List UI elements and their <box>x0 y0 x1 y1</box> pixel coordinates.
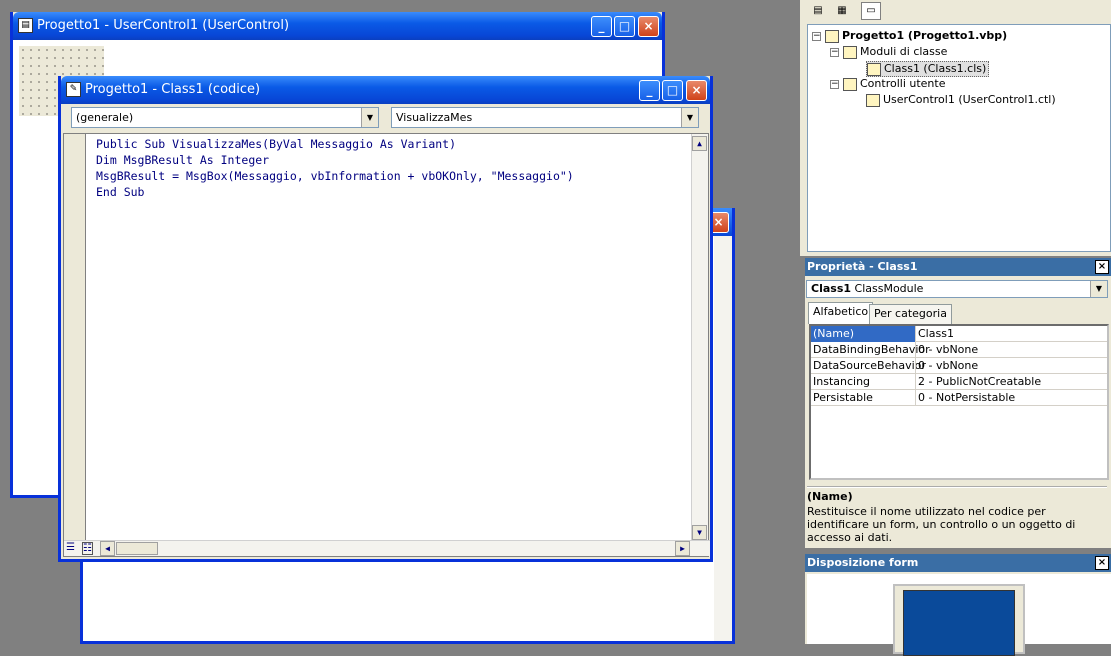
property-row[interactable]: Instancing 2 - PublicNotCreatable <box>811 374 1107 390</box>
form-layout-area[interactable] <box>807 574 1111 656</box>
tab-by-category[interactable]: Per categoria <box>869 304 952 324</box>
usercontrol-icon: ▤ <box>18 18 33 33</box>
usercontrol-titlebar[interactable]: ▤ Progetto1 - UserControl1 (UserControl)… <box>13 12 662 40</box>
tree-node-project[interactable]: − Progetto1 (Progetto1.vbp) <box>812 29 1007 43</box>
code-line[interactable]: Dim MsgBResult As Integer <box>96 152 574 168</box>
form-preview[interactable] <box>903 590 1015 656</box>
tree-node-class1[interactable]: Class1 (Class1.cls) <box>866 61 990 77</box>
code-close-button[interactable]: × <box>686 80 707 101</box>
property-description: (Name) Restituisce il nome utilizzato ne… <box>807 486 1107 544</box>
code-titlebar[interactable]: ✎ Progetto1 - Class1 (codice) _ □ × <box>61 76 710 104</box>
object-combo-value: (generale) <box>76 111 134 124</box>
code-window[interactable]: ✎ Progetto1 - Class1 (codice) _ □ × (gen… <box>58 76 713 562</box>
description-title: (Name) <box>807 490 853 503</box>
properties-grid[interactable]: (Name) Class1 DataBindingBehavior 0 - vb… <box>809 324 1109 480</box>
module-view-icon[interactable]: ☷ <box>82 542 93 555</box>
code-hscrollbar[interactable]: ☰ ☷ ◀ ▶ <box>64 540 710 556</box>
tree-node-user-controls[interactable]: − Controlli utente <box>830 77 945 91</box>
close-icon[interactable]: × <box>1095 556 1109 570</box>
code-minimize-button[interactable]: _ <box>639 80 660 101</box>
collapse-icon[interactable]: − <box>830 79 839 89</box>
chevron-down-icon[interactable]: ▼ <box>681 108 698 127</box>
collapse-icon[interactable]: − <box>830 47 839 57</box>
property-row[interactable]: Persistable 0 - NotPersistable <box>811 390 1107 406</box>
properties-panel: Proprietà - Class1 × Class1 ClassModule … <box>805 258 1111 548</box>
procedure-combo[interactable]: VisualizzaMes ▼ <box>391 107 699 128</box>
collapse-icon[interactable]: − <box>812 31 821 41</box>
properties-title: Proprietà - Class1 × <box>805 258 1111 276</box>
code-title: Progetto1 - Class1 (codice) <box>85 82 261 97</box>
procedure-view-icon[interactable]: ☰ <box>66 542 75 553</box>
close-icon[interactable]: × <box>1095 260 1109 274</box>
hscroll-thumb[interactable] <box>116 542 158 555</box>
code-window-icon: ✎ <box>66 82 81 97</box>
code-lines[interactable]: Public Sub VisualizzaMes(ByVal Messaggio… <box>96 136 574 200</box>
code-editor[interactable]: Public Sub VisualizzaMes(ByVal Messaggio… <box>63 133 710 557</box>
scroll-right-icon[interactable]: ▶ <box>675 541 690 556</box>
code-line[interactable]: End Sub <box>96 184 574 200</box>
class-module-icon <box>867 62 881 76</box>
view-code-icon[interactable]: ▤ <box>808 2 828 20</box>
folder-icon <box>843 45 857 59</box>
project-tree[interactable]: − Progetto1 (Progetto1.vbp) − Moduli di cl… <box>807 24 1111 252</box>
project-icon <box>825 29 839 43</box>
maximize-button[interactable]: □ <box>614 16 635 37</box>
form-layout-title: Disposizione form × <box>805 554 1111 572</box>
minimize-button[interactable]: _ <box>591 16 612 37</box>
project-explorer-panel: ▤ ▦ ▭ − Progetto1 (Progetto1.vbp) − Moduli… <box>800 0 1111 256</box>
scroll-up-icon[interactable]: ▲ <box>692 136 707 151</box>
form-layout-panel: Disposizione form × <box>805 554 1111 656</box>
chevron-down-icon[interactable]: ▼ <box>361 108 378 127</box>
scroll-down-icon[interactable]: ▼ <box>692 525 707 540</box>
code-maximize-button[interactable]: □ <box>662 80 683 101</box>
properties-object-combo[interactable]: Class1 ClassModule ▼ <box>806 280 1108 298</box>
tree-node-usercontrol1[interactable]: UserControl1 (UserControl1.ctl) <box>866 93 1056 107</box>
view-object-icon[interactable]: ▦ <box>832 2 852 20</box>
code-line[interactable]: MsgBResult = MsgBox(Messaggio, vbInforma… <box>96 168 574 184</box>
property-row[interactable]: DataBindingBehavior 0 - vbNone <box>811 342 1107 358</box>
property-row[interactable]: DataSourceBehavior 0 - vbNone <box>811 358 1107 374</box>
code-line[interactable]: Public Sub VisualizzaMes(ByVal Messaggio… <box>96 136 574 152</box>
hidden-window-scrollbar[interactable] <box>714 236 732 641</box>
scroll-left-icon[interactable]: ◀ <box>100 541 115 556</box>
chevron-down-icon[interactable]: ▼ <box>1090 281 1107 297</box>
procedure-combo-value: VisualizzaMes <box>396 111 473 124</box>
usercontrol-icon <box>866 93 880 107</box>
code-vscrollbar[interactable]: ▲ ▼ <box>691 134 708 542</box>
object-combo[interactable]: (generale) ▼ <box>71 107 379 128</box>
tree-node-class-modules[interactable]: − Moduli di classe <box>830 45 947 59</box>
toggle-folders-icon[interactable]: ▭ <box>861 2 881 20</box>
close-button[interactable]: × <box>638 16 659 37</box>
description-text: Restituisce il nome utilizzato nel codic… <box>807 505 1076 544</box>
usercontrol-title: Progetto1 - UserControl1 (UserControl) <box>37 18 290 33</box>
property-row[interactable]: (Name) Class1 <box>811 326 1107 342</box>
folder-icon <box>843 77 857 91</box>
code-margin <box>64 134 86 542</box>
tab-alphabetic[interactable]: Alfabetico <box>808 302 874 324</box>
